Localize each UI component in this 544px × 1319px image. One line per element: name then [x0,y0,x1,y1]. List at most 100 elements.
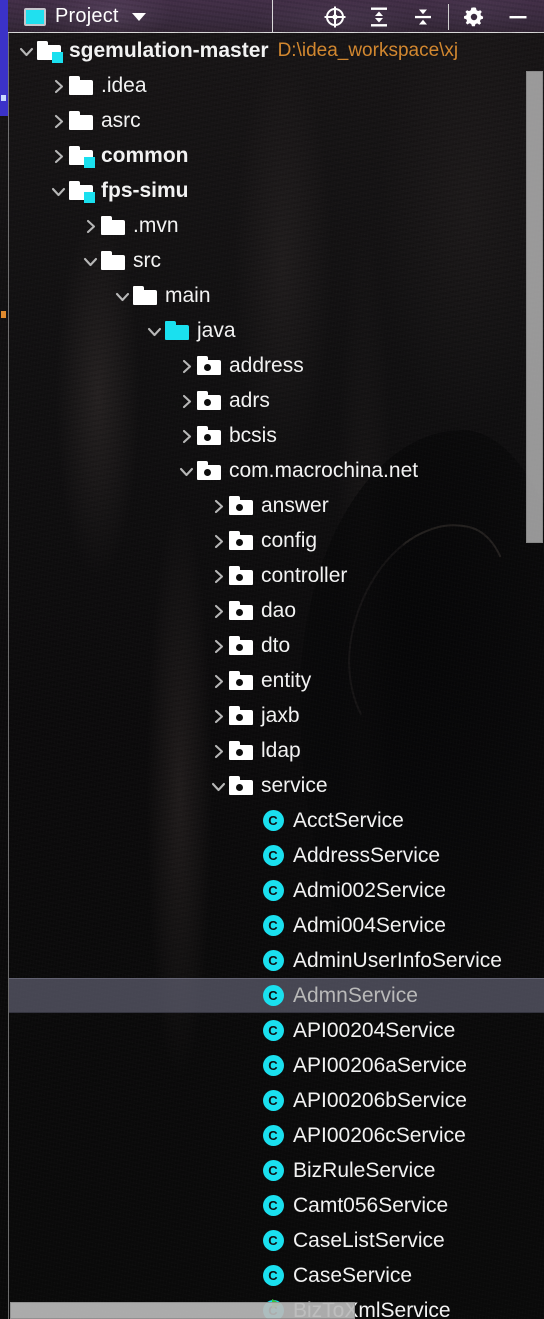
tree-row[interactable]: bcsis [9,418,544,453]
tree-row[interactable]: C AdmnService [9,978,544,1013]
chevron-right-icon[interactable] [211,534,227,550]
tree-row[interactable]: C API00206aService [9,1048,544,1083]
tree-row-twisty[interactable] [210,523,228,558]
tree-row[interactable]: common [9,138,544,173]
project-tree[interactable]: sgemulation-master D:\idea_workspace\xj .i… [9,33,544,1319]
tree-row[interactable]: C AcctService [9,803,544,838]
tree-row[interactable]: config [9,523,544,558]
tree-row-twisty[interactable] [210,768,228,803]
tree-row-label: AdminUserInfoService [293,949,502,972]
tool-window-header: Project [0,0,544,33]
tree-row-twisty[interactable] [146,313,164,348]
tree-row[interactable]: C AdminUserInfoService [9,943,544,978]
chevron-right-icon[interactable] [211,639,227,655]
tree-row[interactable]: service [9,768,544,803]
tree-row-twisty[interactable] [50,173,68,208]
vertical-scrollbar[interactable] [526,71,543,543]
tree-row[interactable]: main [9,278,544,313]
chevron-right-icon[interactable] [83,219,99,235]
tree-row-twisty[interactable] [50,68,68,103]
tree-row[interactable]: com.macrochina.net [9,453,544,488]
chevron-down-icon[interactable] [211,779,227,795]
chevron-right-icon[interactable] [51,114,67,130]
tree-row[interactable]: entity [9,663,544,698]
chevron-right-icon[interactable] [211,674,227,690]
select-opened-file-button[interactable] [313,0,357,33]
chevron-down-icon[interactable] [147,324,163,340]
chevron-right-icon[interactable] [51,79,67,95]
tree-row-twisty[interactable] [178,383,196,418]
tool-window-title-group[interactable]: Project [24,0,146,33]
tree-row[interactable]: address [9,348,544,383]
tree-row-icon: C [260,1228,286,1254]
chevron-down-icon[interactable] [179,464,195,480]
tree-row[interactable]: adrs [9,383,544,418]
chevron-right-icon[interactable] [179,394,195,410]
tree-row[interactable]: src [9,243,544,278]
tree-row-twisty[interactable] [178,453,196,488]
tree-row-twisty [242,978,260,1013]
tree-row[interactable]: jaxb [9,698,544,733]
tree-row[interactable]: C BizRuleService [9,1153,544,1188]
tree-row[interactable]: ldap [9,733,544,768]
tree-row[interactable]: C CaseService [9,1258,544,1293]
tree-row-twisty[interactable] [210,593,228,628]
chevron-right-icon[interactable] [211,744,227,760]
chevron-down-icon[interactable] [115,289,131,305]
collapse-all-button[interactable] [401,0,445,33]
tree-row-twisty[interactable] [114,278,132,313]
tree-row[interactable]: answer [9,488,544,523]
tree-row[interactable]: .idea [9,68,544,103]
tree-row[interactable]: C Admi004Service [9,908,544,943]
tree-row[interactable]: dto [9,628,544,663]
chevron-right-icon[interactable] [179,359,195,375]
tree-row[interactable]: java [9,313,544,348]
tree-row-twisty[interactable] [210,698,228,733]
chevron-right-icon[interactable] [211,569,227,585]
tree-row-twisty[interactable] [50,138,68,173]
chevron-right-icon[interactable] [211,499,227,515]
tree-row-twisty[interactable] [210,733,228,768]
tree-row[interactable]: .mvn [9,208,544,243]
tree-row-icon [228,528,254,554]
tree-row-twisty[interactable] [50,103,68,138]
tree-row-twisty[interactable] [210,488,228,523]
tree-row-label: AcctService [293,809,404,832]
settings-button[interactable] [452,0,496,33]
tree-row-twisty[interactable] [210,558,228,593]
chevron-right-icon[interactable] [51,149,67,165]
tree-row[interactable]: C CaseListService [9,1223,544,1258]
chevron-right-icon[interactable] [211,604,227,620]
tree-row-twisty[interactable] [82,208,100,243]
package-icon [229,776,253,795]
chevron-down-icon[interactable] [19,44,35,60]
horizontal-scrollbar[interactable] [10,1302,355,1319]
tree-row[interactable]: sgemulation-master D:\idea_workspace\xj [9,33,544,68]
tree-row-twisty[interactable] [178,418,196,453]
java-class-icon: C [262,950,284,971]
tree-row[interactable]: dao [9,593,544,628]
tree-row-twisty[interactable] [18,33,36,68]
tree-row-twisty[interactable] [210,663,228,698]
tree-row[interactable]: C API00206bService [9,1083,544,1118]
chevron-down-icon[interactable] [131,12,146,21]
tree-row[interactable]: fps-simu [9,173,544,208]
chevron-right-icon[interactable] [179,429,195,445]
hide-button[interactable] [496,0,540,33]
tree-row[interactable]: C Admi002Service [9,873,544,908]
tree-row-twisty[interactable] [210,628,228,663]
tree-row[interactable]: controller [9,558,544,593]
vertical-scrollbar-track[interactable] [525,33,544,1319]
tree-row[interactable]: asrc [9,103,544,138]
tree-row[interactable]: C API00204Service [9,1013,544,1048]
tree-row-label: API00206cService [293,1124,466,1147]
expand-all-button[interactable] [357,0,401,33]
chevron-right-icon[interactable] [211,709,227,725]
tree-row-twisty[interactable] [82,243,100,278]
tree-row-twisty[interactable] [178,348,196,383]
tree-row[interactable]: C AddressService [9,838,544,873]
chevron-down-icon[interactable] [83,254,99,270]
tree-row[interactable]: C API00206cService [9,1118,544,1153]
chevron-down-icon[interactable] [51,184,67,200]
tree-row[interactable]: C Camt056Service [9,1188,544,1223]
